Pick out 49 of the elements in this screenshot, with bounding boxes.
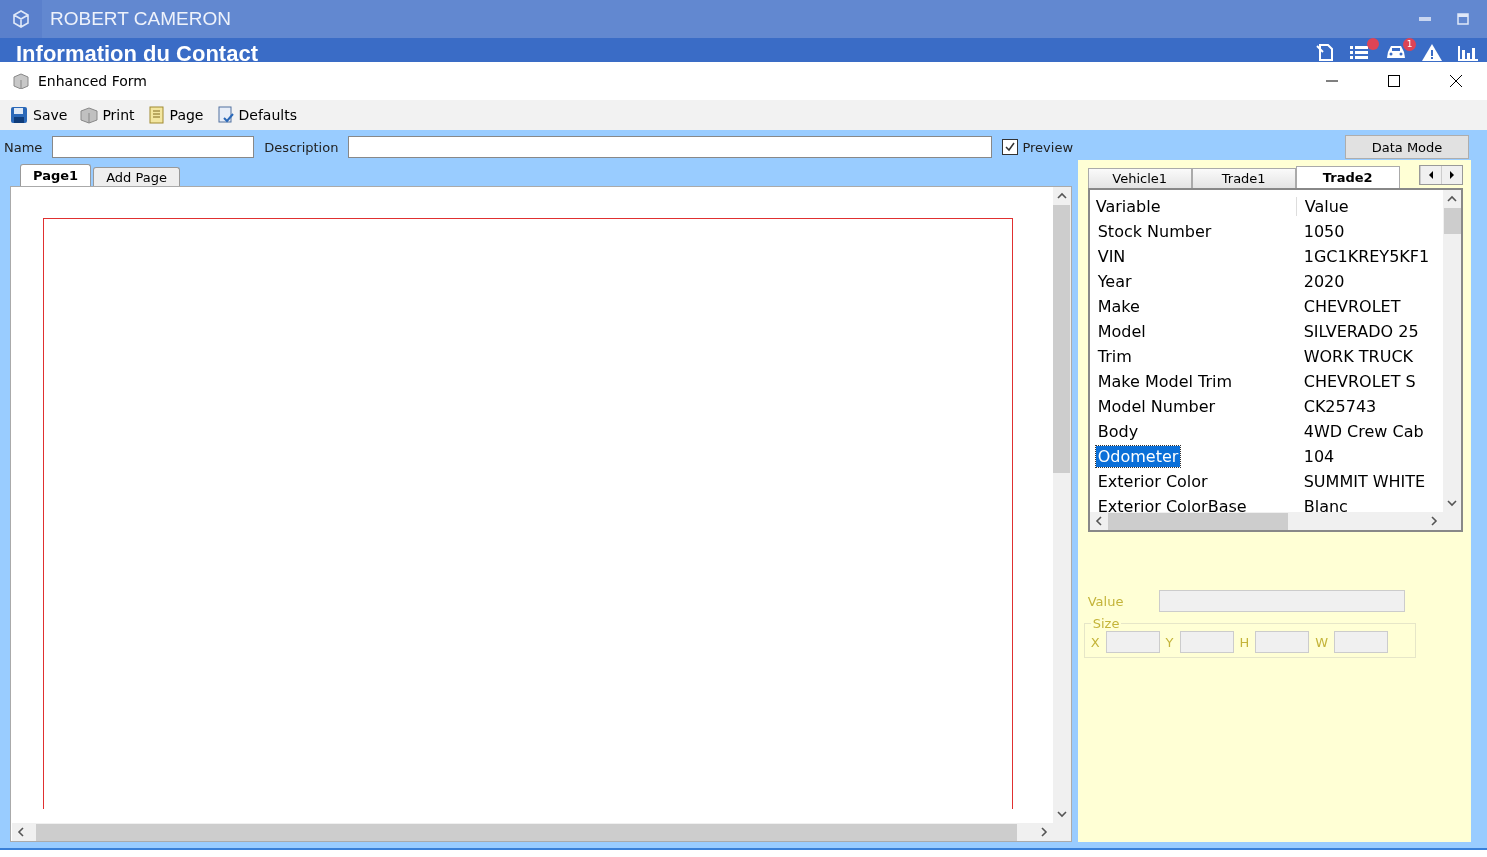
coordinate-label: H: [1239, 634, 1250, 650]
value-cell-text: CK25743: [1302, 397, 1377, 416]
variable-cell[interactable]: Make Model Trim: [1095, 371, 1235, 392]
coordinate-label: W: [1315, 634, 1329, 650]
value-cell-text: SUMMIT WHITE: [1302, 472, 1426, 491]
value-label: Value: [1087, 593, 1124, 609]
preview-label: Preview: [1022, 139, 1073, 155]
toolbar-button[interactable]: Page: [146, 104, 208, 126]
value-cell-text: SILVERADO 25: [1302, 322, 1419, 341]
variable-cell[interactable]: Make: [1095, 296, 1142, 317]
variable-cell[interactable]: Exterior ColorBase: [1095, 496, 1249, 512]
variable-cell[interactable]: Trim: [1095, 346, 1134, 367]
page-heading: Information du Contact: [16, 43, 258, 62]
page-tab[interactable]: Add Page: [93, 167, 180, 186]
data-tab[interactable]: Vehicle1: [1087, 168, 1192, 188]
toolbar-button[interactable]: Save: [10, 104, 72, 126]
window-title: Enhanced Form: [38, 73, 147, 89]
value-cell-text: 1050: [1302, 222, 1345, 241]
value-cell-text: 1GC1KREY5KF1: [1302, 247, 1430, 266]
value-cell-text: 2020: [1302, 272, 1345, 291]
variable-cell[interactable]: Stock Number: [1095, 221, 1214, 242]
coordinate-label: Y: [1165, 634, 1174, 650]
data-mode-button[interactable]: Data Mode: [1345, 135, 1469, 159]
variable-cell[interactable]: Odometer: [1095, 446, 1181, 467]
toolbar-button[interactable]: Print: [79, 104, 139, 126]
column-header[interactable]: Variable: [1089, 197, 1297, 216]
variable-cell[interactable]: VIN: [1095, 246, 1128, 267]
value-cell-text: CHEVROLET S: [1302, 372, 1416, 391]
app-title: ROBERT CAMERON: [50, 8, 231, 30]
toolbar-button[interactable]: Defaults: [215, 104, 301, 126]
name-label: Name: [4, 139, 43, 155]
description-label: Description: [264, 139, 339, 155]
variable-cell[interactable]: Model Number: [1095, 396, 1218, 417]
variable-cell[interactable]: Exterior Color: [1095, 471, 1210, 492]
size-label: Size: [1091, 616, 1121, 631]
page-tab[interactable]: Page1: [20, 164, 92, 186]
variable-cell[interactable]: Year: [1095, 271, 1134, 292]
data-tab[interactable]: Trade1: [1191, 168, 1296, 188]
coordinate-label: X: [1090, 634, 1100, 650]
variable-cell[interactable]: Body: [1095, 421, 1141, 442]
count-badge: 1: [1403, 38, 1416, 51]
value-cell-text: CHEVROLET: [1302, 297, 1401, 316]
value-cell-text: WORK TRUCK: [1302, 347, 1414, 366]
data-tab[interactable]: Trade2: [1295, 166, 1400, 188]
column-header[interactable]: Value: [1296, 197, 1349, 216]
value-cell-text: 104: [1302, 447, 1335, 466]
value-cell-text: 4WD Crew Cab: [1302, 422, 1424, 441]
value-cell-text: Blanc: [1302, 497, 1348, 512]
variable-cell[interactable]: Model: [1095, 321, 1148, 342]
